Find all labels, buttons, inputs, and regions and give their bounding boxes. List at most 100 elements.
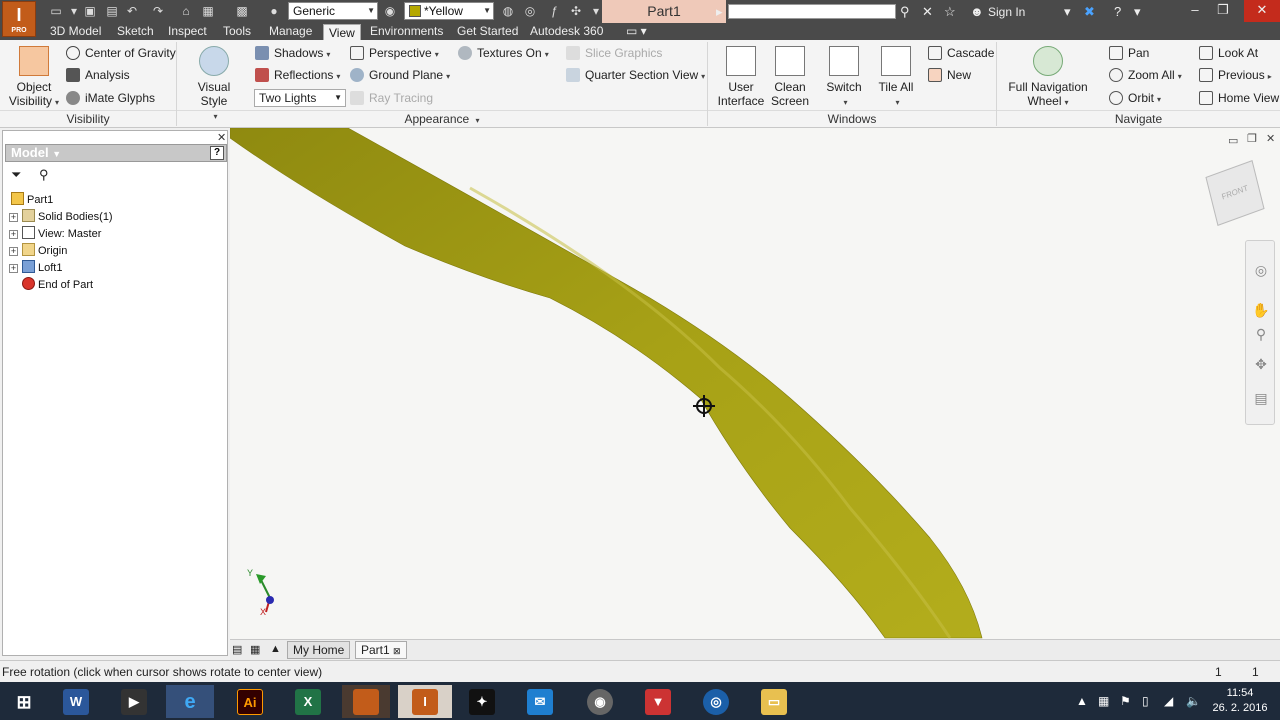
minimize-icon[interactable]: – — [1180, 0, 1210, 22]
imate-glyphs-button[interactable]: iMate Glyphs — [66, 90, 155, 106]
tree-item-part1[interactable]: Part1 — [11, 192, 53, 207]
close-icon[interactable]: ✕ — [217, 131, 226, 144]
orbit-icon[interactable]: ✥ — [1252, 355, 1270, 373]
select-icon[interactable]: ▩ — [234, 3, 250, 20]
action-center-icon[interactable]: ▦ — [1098, 682, 1109, 720]
slice-graphics-button[interactable]: Slice Graphics — [566, 45, 662, 61]
taskbar-file-explorer[interactable]: ▭ — [750, 685, 798, 718]
tab-autodesk-360[interactable]: Autodesk 360 — [530, 23, 603, 40]
cascade-button[interactable]: Cascade — [928, 45, 994, 61]
viewport-close-icon[interactable]: ✕ — [1266, 132, 1275, 145]
undo-icon[interactable]: ↶ — [124, 3, 140, 20]
tree-item-end-of-part[interactable]: End of Part — [22, 277, 93, 292]
center-of-gravity-button[interactable]: Center of Gravity — [66, 45, 176, 61]
help-icon[interactable]: ? — [1114, 3, 1121, 20]
communication-icon[interactable]: ✕ — [922, 3, 933, 20]
orbit-button[interactable]: Orbit ▾ — [1109, 90, 1161, 108]
open-icon[interactable]: ▣ — [82, 3, 98, 20]
taskbar-clock[interactable]: 11:54 26. 2. 2016 — [1204, 686, 1276, 716]
tile-all-button[interactable]: Tile All ▾ — [874, 46, 918, 110]
home-icon[interactable]: ⌂ — [178, 3, 194, 20]
expand-icon[interactable]: + — [9, 247, 18, 256]
material-combo[interactable]: Generic ▼ — [288, 2, 378, 20]
viewport-minimize-icon[interactable]: ▭ — [1228, 134, 1238, 147]
tray-expand-icon[interactable]: ▲ — [1076, 682, 1088, 720]
search-input[interactable] — [728, 4, 896, 19]
tab-3d-model[interactable]: 3D Model — [50, 23, 101, 40]
taskbar-app-11[interactable]: ◉ — [576, 685, 624, 718]
filter-icon[interactable]: ⏷ — [11, 167, 21, 183]
taskbar-video-editor[interactable]: ▶ — [110, 685, 158, 718]
zoom-all-button[interactable]: Zoom All ▾ — [1109, 67, 1182, 85]
app-menu-button[interactable]: I PRO — [2, 1, 36, 37]
close-icon[interactable]: ⊠ — [393, 646, 401, 656]
textures-on-button[interactable]: Textures On ▾ — [458, 45, 549, 63]
appearance-combo[interactable]: *Yellow ▼ — [404, 2, 494, 20]
adjust-icon[interactable]: ◎ — [522, 3, 538, 20]
binoculars-icon[interactable]: ⚲ — [900, 3, 910, 20]
tab-menu-icon[interactable]: ▲ — [270, 643, 281, 655]
home-view-button[interactable]: Home View — [1199, 90, 1279, 106]
taskbar-app-13[interactable]: ◎ — [692, 685, 740, 718]
taskbar-word[interactable]: W — [52, 685, 100, 718]
panel-toggle-icon[interactable]: ▭ ▾ — [626, 23, 647, 40]
taskbar-internet-explorer[interactable]: e — [166, 685, 214, 718]
new-window-button[interactable]: New — [928, 67, 971, 83]
steering-wheel-icon[interactable]: ◎ — [1252, 261, 1270, 279]
doc-tab-part1[interactable]: Part1 ⊠ — [355, 641, 407, 659]
flag-icon[interactable]: ⚑ — [1120, 682, 1131, 720]
viewport-restore-icon[interactable]: ❐ — [1247, 132, 1257, 145]
clear-appearance-icon[interactable]: ◍ — [500, 3, 516, 20]
clean-screen-button[interactable]: Clean Screen — [764, 46, 816, 108]
browser-header[interactable]: Model ▼ ? — [5, 144, 227, 162]
browser-help-button[interactable]: ? — [210, 146, 224, 160]
tree-item-view-master[interactable]: + View: Master — [9, 226, 101, 241]
tab-view[interactable]: View — [323, 24, 361, 41]
chevron-down-icon[interactable]: ▾ — [1134, 3, 1141, 20]
print-icon[interactable]: ▦ — [200, 3, 216, 20]
close-icon[interactable]: ✕ — [1244, 0, 1280, 22]
chevron-down-icon[interactable]: ▾ — [1064, 3, 1071, 20]
analysis-button[interactable]: Analysis — [66, 67, 130, 83]
fx-icon[interactable]: ƒ — [546, 3, 562, 20]
redo-icon[interactable]: ↷ — [150, 3, 166, 20]
tree-item-loft1[interactable]: + Loft1 — [9, 260, 62, 275]
taskbar-inventor[interactable]: I — [398, 685, 452, 718]
switch-button[interactable]: Switch ▾ — [822, 46, 866, 110]
ray-tracing-button[interactable]: Ray Tracing — [350, 90, 433, 106]
shadows-button[interactable]: Shadows ▾ — [255, 45, 330, 63]
previous-view-button[interactable]: Previous ▸ — [1199, 67, 1272, 85]
lighting-combo[interactable]: Two Lights ▼ — [254, 89, 346, 107]
sign-in-link[interactable]: Sign In — [988, 4, 1025, 20]
graphics-viewport[interactable]: Y X ▭ ❐ ✕ — [230, 128, 1280, 639]
expand-icon[interactable]: + — [9, 230, 18, 239]
quarter-section-view-button[interactable]: Quarter Section View ▾ — [566, 67, 705, 85]
tile-view-icon[interactable]: ▤ — [232, 643, 242, 656]
taskbar-app-7[interactable] — [342, 685, 390, 718]
perspective-button[interactable]: Perspective ▾ — [350, 45, 439, 63]
tab-inspect[interactable]: Inspect — [168, 23, 207, 40]
taskbar-excel[interactable]: X — [284, 685, 332, 718]
network-icon[interactable]: ◢ — [1164, 682, 1173, 720]
tab-get-started[interactable]: Get Started — [457, 23, 518, 40]
zoom-icon[interactable]: ⚲ — [1252, 325, 1270, 343]
pan-button[interactable]: Pan — [1109, 45, 1149, 61]
taskbar-popcorn[interactable]: ▼ — [634, 685, 682, 718]
object-visibility-button[interactable]: Object Visibility ▾ — [8, 46, 60, 110]
battery-icon[interactable]: ▯ — [1142, 682, 1149, 720]
tab-tools[interactable]: Tools — [223, 23, 251, 40]
maximize-icon[interactable]: ❐ — [1208, 0, 1238, 22]
grid-view-icon[interactable]: ▦ — [250, 643, 260, 656]
user-interface-button[interactable]: User Interface — [714, 46, 768, 108]
windows-start-button[interactable]: ⊞ — [0, 685, 48, 718]
star-icon[interactable]: ☆ — [944, 3, 956, 20]
tab-manage[interactable]: Manage — [269, 23, 312, 40]
pan-hand-icon[interactable]: ✋ — [1252, 301, 1270, 319]
ground-plane-button[interactable]: Ground Plane ▾ — [350, 67, 450, 85]
expand-icon[interactable]: + — [9, 264, 18, 273]
look-at-icon[interactable]: ▤ — [1252, 389, 1270, 407]
taskbar-illustrator[interactable]: Ai — [226, 685, 274, 718]
doc-tab-my-home[interactable]: My Home — [287, 641, 351, 659]
tab-sketch[interactable]: Sketch — [117, 23, 154, 40]
reflections-button[interactable]: Reflections ▾ — [255, 67, 340, 85]
